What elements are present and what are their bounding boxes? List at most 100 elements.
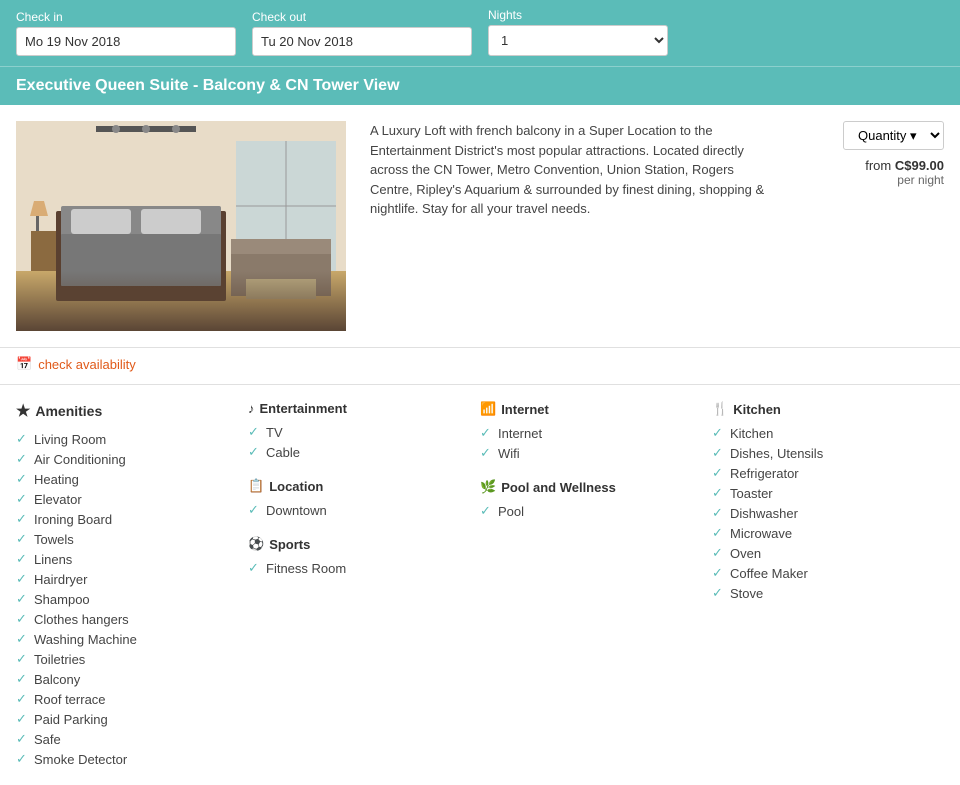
entertainment-header: ♪ Entertainment <box>248 401 464 416</box>
check-availability-label: check availability <box>38 357 136 372</box>
list-item: ✓Pool <box>480 501 696 521</box>
list-item: ✓Dishwasher <box>712 503 928 523</box>
list-item: ✓Shampoo <box>16 589 232 609</box>
nights-field: Nights 1 2 3 <box>488 8 668 56</box>
check-icon: ✓ <box>248 560 262 576</box>
amenities-column: ★ Amenities ✓Living Room ✓Air Conditioni… <box>16 401 248 769</box>
list-item: ✓Cable <box>248 442 464 462</box>
check-icon: ✓ <box>16 471 30 487</box>
checkout-label: Check out <box>252 10 472 24</box>
room-image <box>16 121 346 331</box>
check-icon: ✓ <box>248 502 262 518</box>
check-availability-row: 📅 check availability <box>0 348 960 385</box>
check-icon: ✓ <box>16 491 30 507</box>
room-desc-text: A Luxury Loft with french balcony in a S… <box>370 121 770 219</box>
entertainment-title: Entertainment <box>260 401 347 416</box>
check-icon: ✓ <box>16 671 30 687</box>
check-icon: ✓ <box>712 465 726 481</box>
check-icon: ✓ <box>712 445 726 461</box>
list-item: ✓TV <box>248 422 464 442</box>
list-item: ✓Kitchen <box>712 423 928 443</box>
checkin-label: Check in <box>16 10 236 24</box>
nights-select[interactable]: 1 2 3 <box>488 25 668 56</box>
check-icon: ✓ <box>712 425 726 441</box>
list-item: ✓Smoke Detector <box>16 749 232 769</box>
check-availability-link[interactable]: 📅 check availability <box>16 356 136 372</box>
checkin-input[interactable] <box>16 27 236 56</box>
star-icon: ★ <box>16 401 30 421</box>
check-icon: ✓ <box>16 451 30 467</box>
from-label: from <box>865 158 895 173</box>
internet-header: 📶 Internet <box>480 401 696 417</box>
checkout-field: Check out <box>252 10 472 56</box>
check-icon: ✓ <box>480 503 494 519</box>
check-icon: ✓ <box>248 444 262 460</box>
check-icon: ✓ <box>16 691 30 707</box>
location-header: 📋 Location <box>248 478 464 494</box>
room-title: Executive Queen Suite - Balcony & CN Tow… <box>16 77 944 95</box>
check-icon: ✓ <box>16 651 30 667</box>
check-icon: ✓ <box>16 611 30 627</box>
list-item: ✓Refrigerator <box>712 463 928 483</box>
check-icon: ✓ <box>16 551 30 567</box>
internet-title: Internet <box>501 402 549 417</box>
internet-column: 📶 Internet ✓Internet ✓Wifi 🌿 Pool and We… <box>480 401 712 769</box>
list-item: ✓Living Room <box>16 429 232 449</box>
kitchen-icon: 🍴 <box>712 401 728 417</box>
internet-section: 📶 Internet ✓Internet ✓Wifi <box>480 401 696 463</box>
check-icon: ✓ <box>16 711 30 727</box>
list-item: ✓Air Conditioning <box>16 449 232 469</box>
list-item: ✓Ironing Board <box>16 509 232 529</box>
list-item: ✓Microwave <box>712 523 928 543</box>
list-item: ✓Toaster <box>712 483 928 503</box>
entertainment-section: ♪ Entertainment ✓TV ✓Cable <box>248 401 464 462</box>
location-icon: 📋 <box>248 478 264 494</box>
calendar-icon: 📅 <box>16 356 32 372</box>
list-item: ✓Elevator <box>16 489 232 509</box>
check-icon: ✓ <box>712 505 726 521</box>
list-item: ✓Heating <box>16 469 232 489</box>
check-icon: ✓ <box>16 571 30 587</box>
check-icon: ✓ <box>712 545 726 561</box>
kitchen-section: 🍴 Kitchen ✓Kitchen ✓Dishes, Utensils ✓Re… <box>712 401 928 603</box>
quantity-select[interactable]: Quantity ▾ 1 2 <box>843 121 944 150</box>
checkout-input[interactable] <box>252 27 472 56</box>
list-item: ✓Roof terrace <box>16 689 232 709</box>
pool-section: 🌿 Pool and Wellness ✓Pool <box>480 479 696 521</box>
list-item: ✓Internet <box>480 423 696 443</box>
check-icon: ✓ <box>16 511 30 527</box>
list-item: ✓Hairdryer <box>16 569 232 589</box>
wifi-icon: 📶 <box>480 401 496 417</box>
sports-section: ⚽ Sports ✓Fitness Room <box>248 536 464 578</box>
check-icon: ✓ <box>248 424 262 440</box>
list-item: ✓Toiletries <box>16 649 232 669</box>
room-pricing: Quantity ▾ 1 2 from C$99.00 per night <box>794 121 944 331</box>
list-item: ✓Fitness Room <box>248 558 464 578</box>
room-description: A Luxury Loft with french balcony in a S… <box>362 121 778 331</box>
checkin-field: Check in <box>16 10 236 56</box>
check-icon: ✓ <box>16 431 30 447</box>
price-amount: C$99.00 <box>895 158 944 173</box>
check-icon: ✓ <box>16 751 30 767</box>
list-item: ✓Safe <box>16 729 232 749</box>
location-section: 📋 Location ✓Downtown <box>248 478 464 520</box>
price-per-night: per night <box>865 173 944 187</box>
check-icon: ✓ <box>480 445 494 461</box>
check-icon: ✓ <box>16 591 30 607</box>
amenities-header: ★ Amenities <box>16 401 232 421</box>
room-content: A Luxury Loft with french balcony in a S… <box>0 105 960 348</box>
list-item: ✓Towels <box>16 529 232 549</box>
list-item: ✓Paid Parking <box>16 709 232 729</box>
list-item: ✓Clothes hangers <box>16 609 232 629</box>
music-icon: ♪ <box>248 401 255 416</box>
list-item: ✓Linens <box>16 549 232 569</box>
list-item: ✓Stove <box>712 583 928 603</box>
location-title: Location <box>269 479 323 494</box>
booking-bar: Check in Check out Nights 1 2 3 <box>0 0 960 66</box>
pool-icon: 🌿 <box>480 479 496 495</box>
list-item: ✓Coffee Maker <box>712 563 928 583</box>
check-icon: ✓ <box>712 585 726 601</box>
entertainment-column: ♪ Entertainment ✓TV ✓Cable 📋 Location ✓D… <box>248 401 480 769</box>
check-icon: ✓ <box>16 731 30 747</box>
pool-title: Pool and Wellness <box>501 480 616 495</box>
